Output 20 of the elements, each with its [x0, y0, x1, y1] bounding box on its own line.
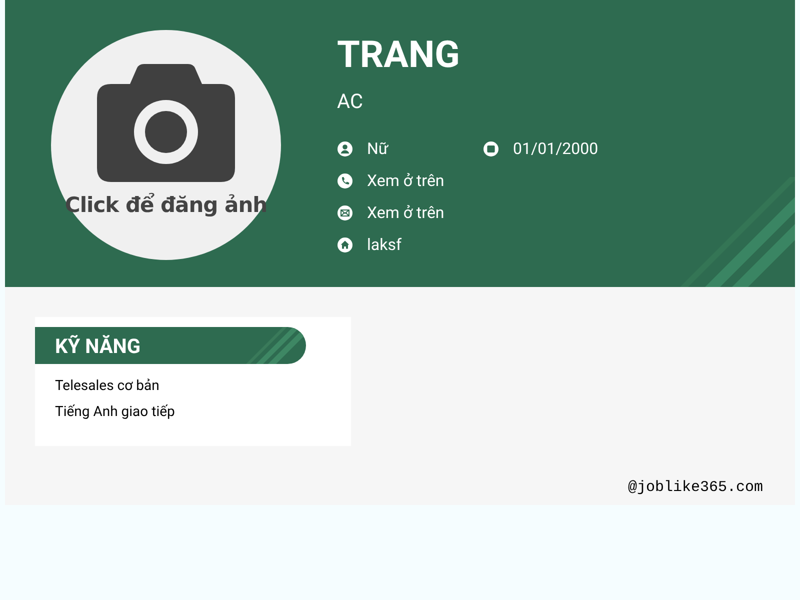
- stripe-drawing: [246, 327, 306, 364]
- home-icon: [337, 237, 353, 253]
- calendar-icon: [483, 141, 499, 157]
- person-icon: [337, 141, 353, 157]
- info-text: Nữ: [367, 138, 388, 160]
- photo-hint: Click để đăng ảnh: [64, 192, 268, 219]
- job-position: AC: [337, 88, 364, 115]
- phone-icon: [337, 173, 353, 189]
- camera-icon: [97, 64, 235, 184]
- footer-text: @joblike365.com: [628, 478, 763, 498]
- info-text: laksf: [367, 234, 402, 256]
- info-text: Xem ở trên: [367, 202, 444, 224]
- skill-item: Tiếng Anh giao tiếp: [55, 403, 176, 422]
- photo-upload-button[interactable]: Click để đăng ảnh: [51, 30, 281, 260]
- candidate-name: TRANG: [337, 34, 461, 78]
- info-text: 01/01/2000: [513, 138, 598, 160]
- skill-item: Telesales cơ bản: [55, 377, 160, 396]
- section-title: KỸ NĂNG: [55, 332, 141, 360]
- envelope-icon: [337, 205, 353, 221]
- info-text: Xem ở trên: [367, 170, 444, 192]
